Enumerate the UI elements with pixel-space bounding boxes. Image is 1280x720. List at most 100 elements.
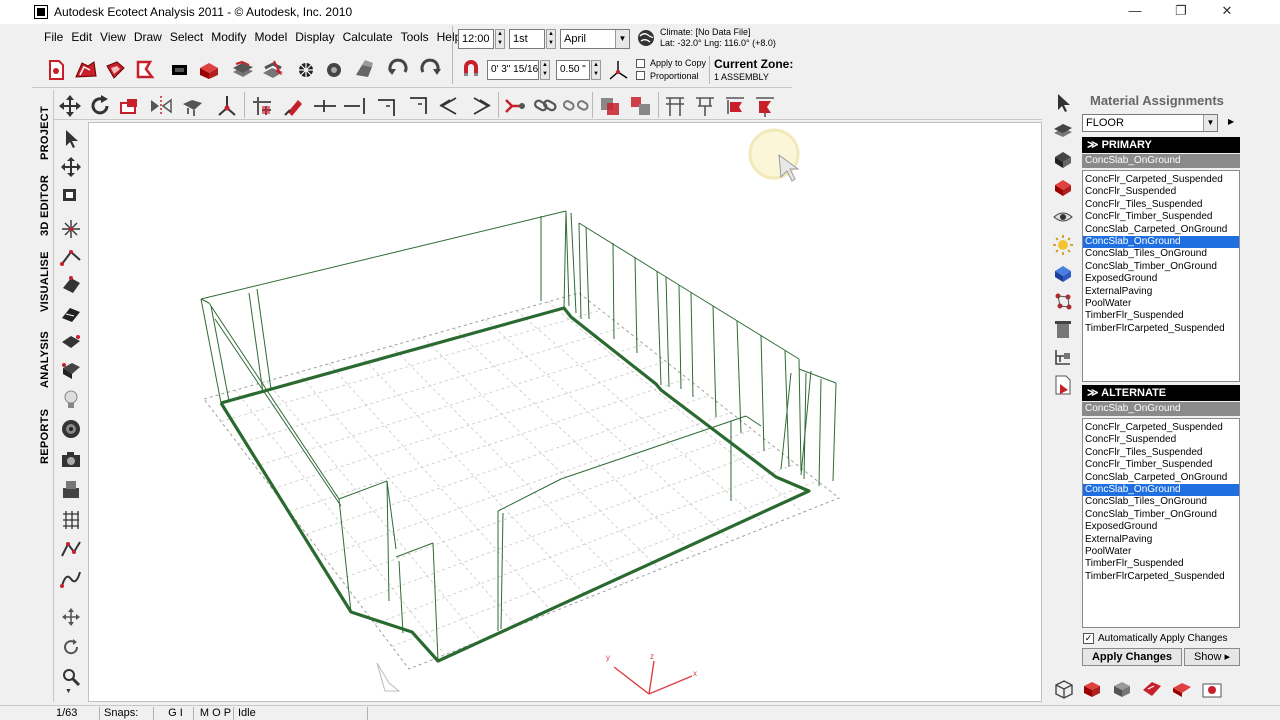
chevron-right-icon[interactable]: ▶ (1228, 117, 1234, 126)
proportional-checkbox[interactable] (636, 71, 645, 80)
wireframe-cube-icon[interactable] (1052, 678, 1076, 700)
tab-visualise[interactable]: VISUALISE (32, 246, 54, 312)
shading-icon[interactable] (322, 58, 348, 82)
material-item[interactable]: ConcSlab_Timber_OnGround (1083, 509, 1239, 521)
pan-icon[interactable] (60, 156, 82, 178)
nodes-icon[interactable] (1052, 290, 1074, 312)
curve-icon[interactable] (60, 568, 82, 590)
render-view-icon[interactable] (168, 58, 192, 82)
primary-header[interactable]: ≫ PRIMARY (1082, 137, 1240, 153)
offset-corner-icon[interactable] (406, 94, 432, 118)
move-icon[interactable] (58, 94, 82, 118)
grid-snap-icon[interactable] (662, 94, 688, 118)
snap-offset-input[interactable]: 0' 3" 15/16 (487, 60, 539, 80)
snap-offset-spinner[interactable]: ▲ ▼ (540, 60, 550, 80)
material-item[interactable]: ConcSlab_OnGround (1083, 483, 1239, 497)
menu-file[interactable]: File (40, 28, 67, 46)
scale-icon[interactable] (118, 94, 142, 118)
material-item[interactable]: ConcFlr_Suspended (1083, 434, 1239, 446)
link-objects-icon[interactable] (250, 94, 276, 118)
zoom-icon[interactable] (60, 666, 82, 688)
polyline-icon[interactable] (60, 538, 82, 560)
floor-icon[interactable] (60, 330, 82, 352)
red-cube-icon[interactable] (1080, 678, 1104, 700)
plane-icon[interactable] (60, 274, 82, 296)
save-model-icon[interactable] (102, 58, 128, 82)
element-type-select[interactable]: FLOOR ▼ (1082, 114, 1218, 132)
material-item[interactable]: ConcSlab_Timber_OnGround (1083, 261, 1239, 273)
material-item[interactable]: ExternalPaving (1083, 534, 1239, 546)
export-icon[interactable] (132, 58, 158, 82)
material-icon[interactable] (1052, 176, 1074, 198)
group-icon[interactable] (598, 94, 624, 118)
material-item[interactable]: ExposedGround (1083, 273, 1239, 285)
blue-cube-icon[interactable] (1052, 262, 1074, 284)
visibility-eye-icon[interactable] (1052, 206, 1074, 228)
redo-icon[interactable] (416, 58, 442, 82)
tab-reports[interactable]: REPORTS (32, 398, 54, 464)
menu-model[interactable]: Model (251, 28, 292, 46)
camera-icon[interactable] (60, 448, 82, 470)
camera-view-icon[interactable] (1200, 678, 1224, 700)
spray-icon[interactable] (294, 58, 320, 82)
link-icon[interactable] (502, 94, 530, 118)
angle-split-icon[interactable] (468, 94, 494, 118)
pin-icon[interactable] (282, 94, 308, 118)
report-icon[interactable] (1052, 374, 1074, 396)
menu-select[interactable]: Select (166, 28, 207, 46)
material-item[interactable]: ConcFlr_Suspended (1083, 186, 1239, 198)
rotate-icon[interactable] (88, 94, 112, 118)
menu-calculate[interactable]: Calculate (339, 28, 397, 46)
red-slab-icon[interactable] (1170, 678, 1194, 700)
time-spinner[interactable]: ▲ ▼ (495, 29, 505, 49)
material-item[interactable]: ConcFlr_Tiles_Suspended (1083, 199, 1239, 211)
layers-icon[interactable] (230, 58, 256, 82)
appliance-icon[interactable] (60, 478, 82, 500)
material-item[interactable]: ConcFlr_Carpeted_Suspended (1083, 174, 1239, 186)
day-input[interactable]: 1st (509, 29, 545, 49)
material-item[interactable]: ConcFlr_Tiles_Suspended (1083, 447, 1239, 459)
red-panel-icon[interactable] (1140, 678, 1164, 700)
zone-manager-icon[interactable] (1052, 148, 1074, 170)
3d-viewport[interactable]: z y x (88, 122, 1042, 702)
align-icon[interactable] (692, 94, 718, 118)
orbit-pan-icon[interactable] (60, 606, 82, 628)
tab-project[interactable]: PROJECT (32, 94, 54, 160)
zone-cube-icon[interactable] (196, 58, 222, 82)
alternate-header[interactable]: ≫ ALTERNATE (1082, 385, 1240, 401)
material-item[interactable]: ConcSlab_Tiles_OnGround (1083, 248, 1239, 260)
more-tools-arrow[interactable]: ▼ (65, 688, 72, 695)
material-item[interactable]: TimberFlrCarpeted_Suspended (1083, 323, 1239, 335)
mirror-icon[interactable] (148, 94, 174, 118)
menu-edit[interactable]: Edit (67, 28, 96, 46)
point-icon[interactable] (60, 218, 82, 240)
menu-tools[interactable]: Tools (397, 28, 433, 46)
angle-join-icon[interactable] (436, 94, 462, 118)
wall-icon[interactable] (60, 302, 82, 324)
tab-analysis[interactable]: ANALYSIS (32, 322, 54, 388)
trim-line-icon[interactable] (342, 94, 368, 118)
chain-link-icon[interactable] (532, 94, 560, 118)
material-item[interactable]: ConcSlab_Tiles_OnGround (1083, 496, 1239, 508)
ungroup-icon[interactable] (628, 94, 654, 118)
orbit-icon[interactable] (60, 636, 82, 658)
extrude-icon[interactable] (180, 94, 206, 118)
split-line-icon[interactable] (312, 94, 338, 118)
speaker-icon[interactable] (60, 418, 82, 440)
pointer-icon[interactable] (1052, 92, 1074, 114)
status-snaps-mop[interactable]: M O P (194, 707, 234, 720)
paint-icon[interactable] (352, 58, 378, 82)
new-model-icon[interactable] (44, 58, 68, 82)
apply-to-copy-checkbox[interactable] (636, 59, 645, 68)
material-item[interactable]: ConcFlr_Carpeted_Suspended (1083, 422, 1239, 434)
material-item[interactable]: ExternalPaving (1083, 286, 1239, 298)
pointer-icon[interactable] (60, 128, 82, 150)
unlink-icon[interactable] (562, 94, 590, 118)
material-item[interactable]: ConcFlr_Timber_Suspended (1083, 211, 1239, 223)
show-button[interactable]: Show ▸ (1184, 648, 1240, 666)
day-spinner[interactable]: ▲ ▼ (546, 29, 556, 49)
layer-stack-icon[interactable] (1052, 120, 1074, 142)
menu-view[interactable]: View (96, 28, 130, 46)
sun-icon[interactable] (1052, 234, 1074, 256)
material-item[interactable]: ExposedGround (1083, 521, 1239, 533)
